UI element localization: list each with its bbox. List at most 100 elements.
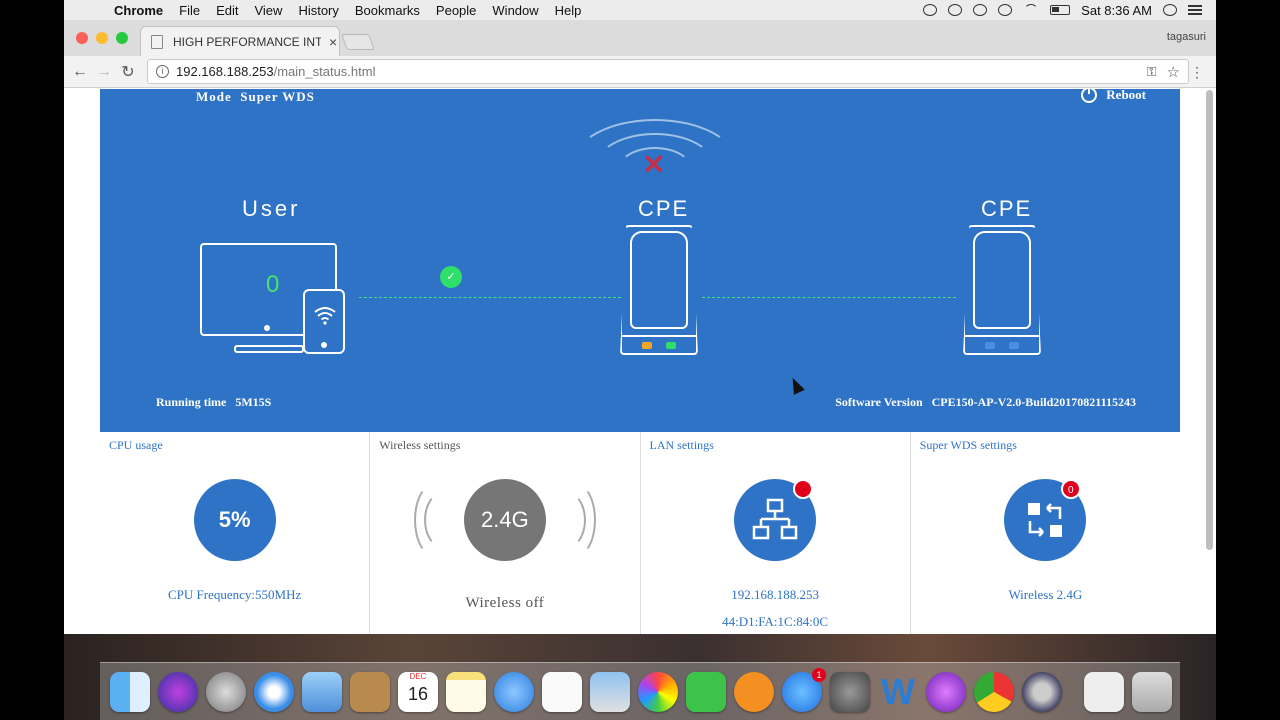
photos-icon[interactable]	[638, 671, 678, 712]
phone-wifi-icon	[313, 305, 337, 330]
lan-mac: 44:D1:FA:1C:84:0C	[722, 614, 829, 629]
finder-icon[interactable]	[110, 671, 150, 712]
forward-button[interactable]: →	[92, 63, 116, 81]
mode-label: Mode	[196, 89, 232, 104]
site-info-icon[interactable]: i	[156, 65, 169, 78]
chrome-icon[interactable]	[974, 671, 1014, 712]
menu-view[interactable]: View	[246, 3, 290, 18]
bluetooth-icon[interactable]	[998, 4, 1013, 16]
wds-panel[interactable]: Super WDS settings 0 Wireless 2.4G	[911, 432, 1180, 634]
battery-icon[interactable]	[1050, 5, 1071, 15]
page-favicon-icon	[151, 34, 163, 49]
minimize-window-button[interactable]	[96, 32, 108, 44]
notes-icon[interactable]	[446, 671, 486, 712]
zoom-window-button[interactable]	[116, 32, 128, 44]
menu-file[interactable]: File	[171, 3, 208, 18]
clock[interactable]: Sat 8:36 AM	[1081, 3, 1152, 18]
user-label: User	[242, 196, 301, 221]
cc-icon[interactable]	[948, 4, 963, 16]
calendar-icon[interactable]: DEC 16	[398, 671, 438, 712]
bookmark-star-icon[interactable]: ☆	[1167, 63, 1180, 81]
profile-name[interactable]: tagasuri	[1167, 31, 1206, 43]
cpe-right-device-icon[interactable]	[963, 225, 1041, 355]
system-preferences-icon[interactable]	[830, 671, 870, 712]
menu-bookmarks[interactable]: Bookmarks	[347, 3, 428, 18]
record-icon[interactable]	[923, 4, 938, 16]
phone-dot	[321, 342, 327, 348]
launchpad-icon[interactable]	[206, 671, 246, 712]
connected-check-icon: ✓	[440, 266, 462, 288]
tab-router-status[interactable]: HIGH PERFORMANCE INTELLIG ×	[140, 26, 340, 56]
appstore-icon[interactable]: 1	[782, 667, 826, 712]
cpu-panel[interactable]: CPU usage 5% CPU Frequency:550MHz	[100, 432, 371, 634]
facetime-icon[interactable]	[686, 671, 726, 712]
url-host: 192.168.188.253	[176, 64, 274, 79]
tab-title: HIGH PERFORMANCE INTELLIG	[173, 34, 321, 49]
led-blue	[1009, 342, 1019, 349]
spotlight-icon[interactable]	[1163, 4, 1177, 16]
screen: Chrome File Edit View History Bookmarks …	[0, 0, 1280, 720]
no-signal-x-icon: ✕	[642, 149, 666, 180]
user-count: 0	[266, 271, 280, 298]
messages-icon[interactable]	[494, 671, 534, 712]
page-scrollbar[interactable]	[1206, 90, 1213, 550]
chrome-menu-button[interactable]: ⋮	[1190, 64, 1204, 81]
menu-history[interactable]: History	[290, 3, 346, 18]
reboot-label: Reboot	[1106, 89, 1146, 102]
preview-icon[interactable]	[590, 671, 630, 712]
reload-button[interactable]: ↻	[116, 62, 140, 82]
software-version: Software Version CPE150-AP-V2.0-Build201…	[835, 395, 1136, 410]
music-folder-icon[interactable]	[1084, 671, 1124, 712]
wifi-icon[interactable]	[1023, 4, 1039, 16]
lan-panel[interactable]: LAN settings 192.168.188.253 44:D1:FA:1C…	[641, 432, 911, 634]
address-bar[interactable]: i 192.168.188.253 /main_status.html ⚿ ☆	[147, 59, 1189, 84]
close-window-button[interactable]	[76, 32, 88, 44]
quicktime-icon[interactable]	[1022, 671, 1062, 712]
mail-icon[interactable]	[302, 671, 342, 712]
menu-window[interactable]: Window	[484, 3, 546, 18]
wireless-band-circle[interactable]: 2.4G	[463, 479, 546, 561]
url-path: /main_status.html	[273, 64, 376, 79]
menu-people[interactable]: People	[428, 3, 484, 18]
ibooks-icon[interactable]	[734, 671, 774, 712]
back-button[interactable]: ←	[68, 63, 92, 81]
appstore-badge: 1	[812, 667, 826, 682]
trash-icon[interactable]	[1132, 671, 1172, 712]
reboot-button[interactable]: Reboot	[1081, 89, 1146, 103]
mode-indicator: Mode Super WDS	[196, 89, 315, 105]
contacts-icon[interactable]	[350, 671, 390, 712]
wave-right-inner-icon	[546, 491, 586, 549]
cpu-title[interactable]: CPU usage	[109, 438, 163, 453]
word-icon[interactable]: W	[878, 671, 918, 712]
mouse-cursor	[787, 375, 805, 395]
lan-title[interactable]: LAN settings	[650, 438, 714, 453]
wireless-title[interactable]: Wireless settings	[379, 438, 460, 453]
menu-help[interactable]: Help	[547, 3, 590, 18]
led-orange	[642, 342, 652, 349]
cc-app-icon[interactable]	[926, 671, 966, 712]
wireless-panel[interactable]: Wireless settings 2.4G Wireless off	[370, 432, 641, 634]
tab-close-icon[interactable]: ×	[329, 34, 337, 50]
cpe-panel	[973, 231, 1031, 329]
calendar-month: DEC	[409, 671, 427, 681]
page-viewport: Mode Super WDS Reboot User CPE CPE 0 ✓ ✕…	[64, 89, 1216, 634]
reminders-icon[interactable]	[542, 671, 582, 712]
software-value: CPE150-AP-V2.0-Build20170821115243	[931, 395, 1136, 409]
wds-title[interactable]: Super WDS settings	[920, 438, 1017, 453]
chrome-window: HIGH PERFORMANCE INTELLIG × tagasuri ← →…	[64, 20, 1216, 634]
safari-icon[interactable]	[254, 671, 294, 712]
running-label: Running time	[156, 395, 227, 409]
cpe-left-device-icon[interactable]	[620, 225, 698, 355]
wds-band: Wireless 2.4G	[1008, 587, 1083, 602]
key-icon[interactable]: ⚿	[1147, 64, 1157, 80]
phone-icon	[303, 289, 345, 354]
new-tab-button[interactable]	[341, 34, 375, 50]
time-machine-icon[interactable]	[973, 4, 988, 16]
menu-app-name[interactable]: Chrome	[106, 3, 171, 18]
lan-ip: 192.168.188.253	[731, 587, 819, 602]
menu-edit[interactable]: Edit	[208, 3, 246, 18]
notification-center-icon[interactable]	[1188, 5, 1202, 15]
siri-icon[interactable]	[158, 671, 198, 712]
cpu-usage-circle[interactable]: 5%	[193, 479, 276, 561]
dock: DEC 16 1 W	[100, 662, 1180, 720]
